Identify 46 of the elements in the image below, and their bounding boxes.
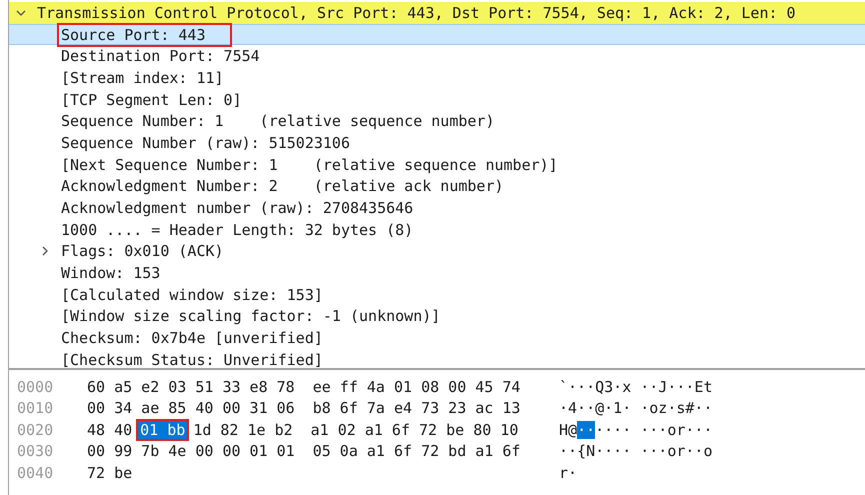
field-tree-row[interactable]: Window: 153 bbox=[9, 262, 865, 284]
field-tree-row[interactable]: Destination Port: 7554 bbox=[9, 45, 865, 68]
ascii-text: ···· bbox=[595, 420, 632, 439]
field-tree-row[interactable]: [Checksum Status: Unverified] bbox=[9, 349, 865, 371]
ascii-text: ··J···Et bbox=[640, 378, 712, 396]
ascii-text: ··{N···· bbox=[559, 442, 632, 460]
ascii-text: ·oz·s#·· bbox=[640, 399, 712, 418]
field-tree-row[interactable]: 1000 .... = Header Length: 32 bytes (8) bbox=[9, 218, 865, 241]
protocol-tree-row[interactable]: Transmission Control Protocol, Src Port: 443, Dst Port: 7554, Seq: 1, Ack: 2, Len: 0 bbox=[9, 2, 865, 24]
ascii-text: `···Q3·x bbox=[559, 378, 632, 396]
hex-bytes: 1d 82 1e b2 bbox=[192, 420, 294, 441]
ascii-text: ·· bbox=[577, 420, 596, 439]
chevron-right-icon[interactable] bbox=[40, 246, 50, 256]
ascii-text: ·4··@·1· bbox=[559, 399, 632, 418]
field-tree-row[interactable]: [Calculated window size: 153] bbox=[9, 284, 865, 306]
field-tree-row[interactable]: Source Port: 443 bbox=[9, 24, 865, 46]
byte-offset: 0010 bbox=[16, 399, 54, 418]
hex-bytes: 00 99 7b 4e 00 00 01 01 bbox=[86, 441, 296, 462]
ascii-text: H@ bbox=[559, 420, 578, 439]
hex-bytes: 72 be bbox=[86, 462, 134, 484]
byte-offset: 0030 bbox=[16, 442, 54, 460]
byte-offset: 0000 bbox=[16, 378, 54, 396]
field-tree-row[interactable]: [Stream index: 11] bbox=[9, 67, 865, 89]
ascii-text: r· bbox=[559, 464, 578, 482]
field-tree-row[interactable]: Acknowledgment Number: 2 (relative ack number) bbox=[9, 176, 865, 198]
chevron-down-icon[interactable] bbox=[16, 8, 26, 18]
byte-offset: 0020 bbox=[16, 420, 54, 439]
field-tree-row[interactable]: Sequence Number: 1 (relative sequence number) bbox=[9, 110, 865, 132]
hex-bytes: 01 bb bbox=[136, 418, 190, 441]
hex-bytes: b8 6f 7a e4 73 23 ac 13 bbox=[312, 398, 522, 420]
hex-bytes: 05 0a a1 6f 72 bd a1 6f bbox=[312, 441, 522, 462]
hex-bytes: 00 34 ae 85 40 00 31 06 bbox=[86, 398, 296, 420]
field-tree-row[interactable]: [Window size scaling factor: -1 (unknown)] bbox=[9, 306, 865, 328]
hex-bytes: a1 02 a1 6f 72 be 80 10 bbox=[310, 420, 520, 441]
field-tree-row[interactable]: Checksum: 0x7b4e [unverified] bbox=[9, 327, 865, 349]
field-tree-row[interactable]: Acknowledgment number (raw): 2708435646 bbox=[9, 197, 865, 219]
hex-bytes: 60 a5 e2 03 51 33 e8 78 bbox=[86, 376, 296, 398]
hex-bytes: ee ff 4a 01 08 00 45 74 bbox=[312, 376, 522, 398]
ascii-text: ···or··· bbox=[640, 420, 712, 439]
field-tree-row[interactable]: [Next Sequence Number: 1 (relative sequence number)] bbox=[9, 154, 865, 176]
field-tree-row[interactable]: Flags: 0x010 (ACK) bbox=[9, 240, 865, 262]
field-tree-row[interactable]: [TCP Segment Len: 0] bbox=[9, 88, 865, 110]
byte-offset: 0040 bbox=[16, 464, 54, 482]
ascii-text: ···or··o bbox=[640, 442, 712, 460]
hex-bytes: 48 40 bbox=[86, 420, 134, 441]
field-tree-row[interactable]: Sequence Number (raw): 515023106 bbox=[9, 132, 865, 154]
